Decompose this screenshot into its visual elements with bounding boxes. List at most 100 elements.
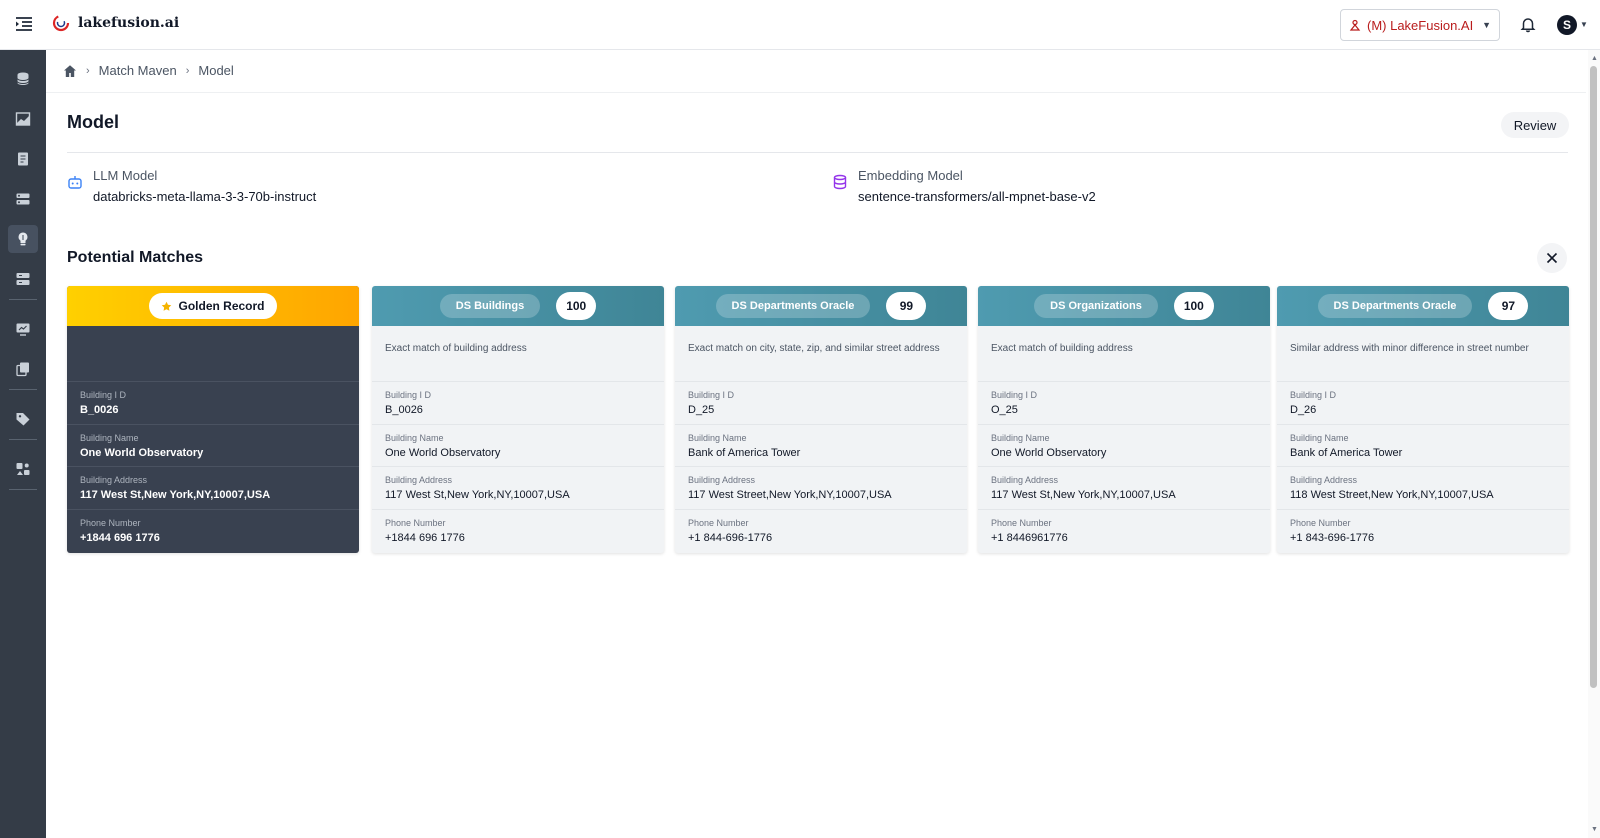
- copy-files-icon: [16, 362, 29, 377]
- chevron-down-icon: ▼: [1482, 20, 1491, 30]
- match-reason: Exact match on city, state, zip, and sim…: [675, 326, 967, 382]
- llm-model-info: LLM Model databricks-meta-llama-3-3-70b-…: [67, 168, 316, 204]
- sidebar-item-image-chart[interactable]: [8, 105, 38, 133]
- potential-matches-title: Potential Matches: [67, 249, 204, 266]
- source-badge: DS Departments Oracle: [1317, 294, 1473, 318]
- card-field: Building Name One World Observatory: [978, 425, 1270, 467]
- app-logo[interactable]: lakefusion.ai: [52, 14, 179, 32]
- user-avatar[interactable]: S: [1557, 15, 1577, 35]
- match-score-badge: 97: [1488, 292, 1529, 320]
- database-icon: [17, 72, 29, 85]
- llm-model-label: LLM Model: [93, 168, 158, 183]
- card-field: Building Name One World Observatory: [67, 425, 359, 467]
- match-score-badge: 99: [886, 292, 927, 320]
- llm-model-value: databricks-meta-llama-3-3-70b-instruct: [93, 189, 317, 204]
- sidebar-item-tags[interactable]: [8, 405, 38, 433]
- card-field: Building I D D_25: [675, 382, 967, 425]
- tag-icon: [16, 413, 30, 426]
- list-cards-icon: [16, 193, 30, 205]
- robot-icon: [68, 176, 82, 189]
- card-field: Building I D B_0026: [67, 382, 359, 425]
- embedding-model-value: sentence-transformers/all-mpnet-base-v2: [858, 189, 1096, 204]
- source-badge: DS Departments Oracle: [715, 294, 871, 318]
- sidebar-item-database[interactable]: [8, 65, 38, 93]
- card-field: Building Name Bank of America Tower: [1277, 425, 1569, 467]
- embedding-model-info: Embedding Model sentence-transformers/al…: [832, 168, 1096, 204]
- top-bar: lakefusion.ai (M) LakeFusion.AI ▼ S ▼: [0, 0, 1600, 50]
- sidebar-divider: [9, 389, 37, 390]
- breadcrumb: › Match Maven › Model: [63, 63, 234, 78]
- match-reason: Exact match of building address: [372, 326, 664, 382]
- breadcrumb-item-model: Model: [198, 63, 234, 78]
- match-score-badge: 100: [556, 292, 597, 320]
- breadcrumb-item-match-maven[interactable]: Match Maven: [99, 63, 177, 78]
- scrollbar-thumb[interactable]: [1590, 66, 1597, 688]
- sidebar-divider: [9, 489, 37, 490]
- card-field: Building Address 117 West St,New York,NY,…: [372, 467, 664, 510]
- notification-bell-icon[interactable]: [1519, 15, 1537, 33]
- home-icon[interactable]: [63, 64, 77, 78]
- card-field: Building I D B_0026: [372, 382, 664, 425]
- sidebar-item-documents[interactable]: [8, 145, 38, 173]
- sidebar-divider: [9, 439, 37, 440]
- sidebar-item-monitor-report[interactable]: [8, 315, 38, 343]
- title-divider: [67, 152, 1568, 153]
- match-card[interactable]: DS Departments Oracle 99 Exact match on …: [675, 286, 967, 553]
- lakefusion-logo-icon: [52, 14, 70, 32]
- organization-select[interactable]: (M) LakeFusion.AI ▼: [1340, 9, 1500, 41]
- scroll-up-arrow-icon[interactable]: ▲: [1591, 55, 1598, 62]
- golden-record-header: Golden Record: [67, 286, 359, 326]
- logo-text: lakefusion.ai: [78, 15, 180, 31]
- match-card-header: DS Organizations 100: [978, 286, 1270, 326]
- menu-toggle-icon[interactable]: [14, 14, 34, 34]
- golden-record-card: Golden Record Building I D B_0026 Buildin…: [67, 286, 359, 553]
- match-card[interactable]: DS Departments Oracle 97 Similar address…: [1277, 286, 1569, 553]
- match-card-header: DS Departments Oracle 97: [1277, 286, 1569, 326]
- sidebar-item-match-maven[interactable]: [8, 225, 38, 253]
- monitor-report-icon: [16, 323, 30, 336]
- sidebar-divider: [9, 299, 37, 300]
- breadcrumb-separator-icon: ›: [185, 64, 190, 77]
- card-field: Building Address 117 West Street,New York…: [675, 467, 967, 510]
- database-icon: [833, 174, 847, 190]
- embedding-model-label: Embedding Model: [858, 168, 963, 183]
- user-grid-icon: [16, 463, 30, 475]
- match-card[interactable]: DS Buildings 100 Exact match of building…: [372, 286, 664, 553]
- card-field: Building Address 118 West Street,New York…: [1277, 467, 1569, 510]
- match-reason: Exact match of building address: [978, 326, 1270, 382]
- avatar-chevron-down-icon[interactable]: ▼: [1580, 20, 1588, 29]
- sidebar-item-list-cards[interactable]: [8, 185, 38, 213]
- close-icon: [1546, 252, 1558, 264]
- org-icon: [1349, 19, 1361, 31]
- match-card[interactable]: DS Organizations 100 Exact match of buil…: [978, 286, 1270, 553]
- match-card-header: DS Buildings 100: [372, 286, 664, 326]
- breadcrumb-divider: [46, 92, 1586, 93]
- match-card-header: DS Departments Oracle 99: [675, 286, 967, 326]
- source-badge: DS Organizations: [1034, 294, 1158, 318]
- source-badge: DS Buildings: [439, 294, 541, 318]
- card-field: Building I D O_25: [978, 382, 1270, 425]
- breadcrumb-separator-icon: ›: [86, 64, 90, 77]
- golden-record-label: Golden Record: [178, 299, 265, 313]
- card-field: Building Address 117 West St,New York,NY,…: [67, 467, 359, 510]
- page-title: Model: [67, 112, 119, 132]
- match-score-badge: 100: [1173, 292, 1214, 320]
- sidebar-item-server-stack[interactable]: [8, 265, 38, 293]
- card-field: Building Name One World Observatory: [372, 425, 664, 467]
- card-field: Phone Number +1 844-696-1776: [688, 517, 773, 544]
- org-select-value: (M) LakeFusion.AI: [1367, 17, 1474, 33]
- document-icon: [18, 152, 28, 166]
- card-field: Building I D D_26: [1277, 382, 1569, 425]
- image-chart-icon: [15, 112, 31, 126]
- card-field: Phone Number +1 8446961776: [991, 517, 1068, 544]
- match-reason: Similar address with minor difference in…: [1277, 326, 1569, 382]
- sidebar: [0, 50, 46, 838]
- sidebar-item-user-grid[interactable]: [8, 455, 38, 483]
- scroll-down-arrow-icon[interactable]: ▼: [1591, 826, 1598, 833]
- close-button[interactable]: [1537, 243, 1567, 273]
- golden-record-badge: Golden Record: [149, 293, 277, 319]
- card-field: Phone Number +1844 696 1776: [385, 517, 465, 544]
- match-maven-icon: [18, 232, 28, 246]
- sidebar-item-copy-files[interactable]: [8, 355, 38, 383]
- review-button[interactable]: Review: [1501, 112, 1569, 138]
